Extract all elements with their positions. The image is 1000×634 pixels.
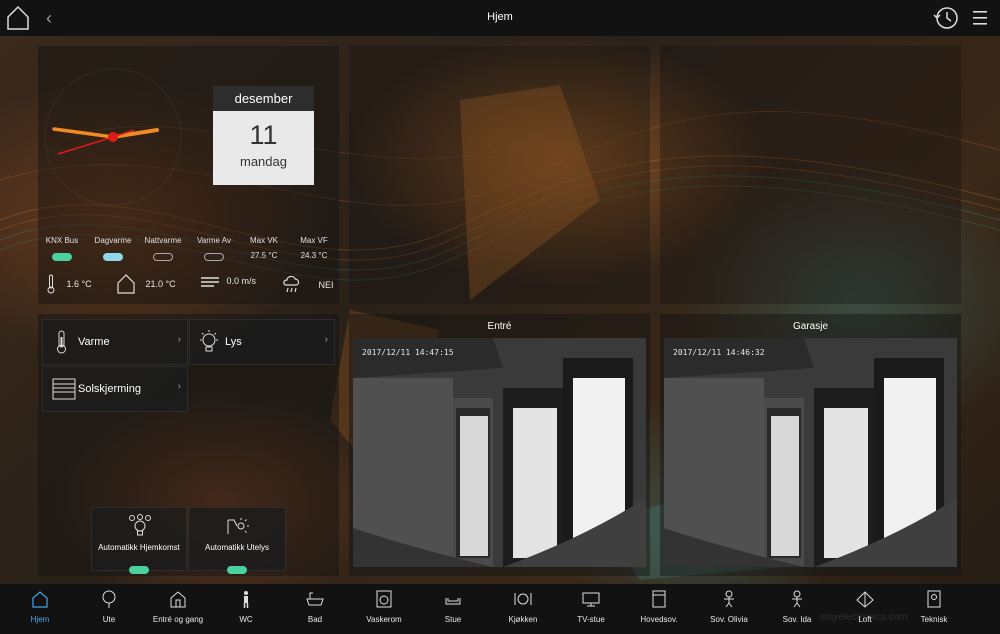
status-indicator bbox=[103, 253, 123, 261]
status-varme-av[interactable]: Varme Av bbox=[189, 236, 239, 261]
plate-cutlery-icon bbox=[514, 593, 532, 605]
technical-room-icon bbox=[927, 590, 941, 608]
camera-feed-garasje[interactable]: 2017/12/11 14:46:32 bbox=[664, 338, 957, 567]
chevron-right-icon: › bbox=[324, 334, 328, 345]
nav-vaskerom[interactable]: Vaskerom bbox=[358, 584, 410, 634]
home-icon[interactable] bbox=[6, 5, 30, 31]
tile-varme[interactable]: Varme › bbox=[42, 319, 188, 365]
automation-hjemkomst[interactable]: Automatikk Hjemkomst bbox=[91, 507, 187, 574]
washing-machine-icon bbox=[376, 590, 392, 608]
blinds-icon bbox=[51, 376, 77, 402]
thermometer-icon bbox=[47, 274, 55, 294]
status-knx-bus[interactable]: KNX Bus bbox=[37, 236, 87, 261]
empty-panel-center bbox=[349, 46, 650, 304]
automation-status-indicator bbox=[227, 566, 247, 574]
nav-hjem[interactable]: Hjem bbox=[15, 584, 65, 634]
empty-panel-right bbox=[660, 46, 961, 304]
automation-status-indicator bbox=[129, 566, 149, 574]
camera-timestamp: 2017/12/11 14:47:15 bbox=[362, 348, 454, 357]
chevron-right-icon: › bbox=[177, 334, 181, 345]
outdoor-temperature: 1.6 °C bbox=[46, 274, 92, 294]
bottom-navigation: Hjem Ute Entré og gang WC Bad Vaskerom S… bbox=[0, 584, 1000, 634]
person-icon bbox=[243, 591, 249, 608]
tile-lys[interactable]: Lys › bbox=[189, 319, 335, 365]
nav-bad[interactable]: Bad bbox=[290, 584, 340, 634]
nav-sov-ida[interactable]: Sov. Ida bbox=[771, 584, 823, 634]
status-indicator bbox=[153, 253, 173, 261]
wardrobe-icon bbox=[652, 590, 666, 608]
outdoor-light-icon bbox=[227, 518, 249, 534]
lightbulb-icon bbox=[198, 329, 220, 355]
attic-icon bbox=[856, 591, 874, 608]
calendar-month: desember bbox=[213, 86, 314, 111]
camera-title-entre: Entré bbox=[487, 321, 512, 332]
status-indicator bbox=[52, 253, 72, 261]
lightbulbs-icon bbox=[129, 514, 151, 536]
nav-sov-olivia[interactable]: Sov. Olivia bbox=[701, 584, 757, 634]
house-icon bbox=[32, 591, 48, 608]
history-icon[interactable] bbox=[932, 5, 960, 31]
camera-timestamp: 2017/12/11 14:46:32 bbox=[673, 348, 765, 357]
nav-teknisk[interactable]: Teknisk bbox=[909, 584, 959, 634]
camera-feed-entre[interactable]: 2017/12/11 14:47:15 bbox=[353, 338, 646, 567]
calendar-weekday: mandag bbox=[240, 154, 287, 169]
calendar-widget: desember 11 mandag bbox=[213, 86, 314, 185]
nav-ute[interactable]: Ute bbox=[84, 584, 134, 634]
back-button[interactable]: ‹ bbox=[46, 8, 52, 29]
calendar-day: 11 bbox=[249, 120, 278, 150]
tv-icon bbox=[582, 592, 600, 607]
thermometer-icon bbox=[51, 329, 73, 355]
analog-clock bbox=[42, 66, 184, 208]
menu-icon[interactable] bbox=[972, 8, 988, 28]
nav-kjokken[interactable]: Kjøkken bbox=[494, 584, 552, 634]
nav-tv-stue[interactable]: TV-stue bbox=[566, 584, 616, 634]
house-icon bbox=[117, 274, 135, 294]
watermark-text: stayelectronics.com bbox=[820, 612, 908, 623]
rain-cloud-icon bbox=[283, 275, 300, 293]
page-title: Hjem bbox=[487, 11, 513, 23]
top-bar: ‹ Hjem bbox=[0, 0, 1000, 36]
status-max-vk: Max VK 27.5 °C bbox=[249, 236, 278, 260]
indoor-temperature: 21.0 °C bbox=[117, 274, 176, 294]
tile-solskjerming[interactable]: Solskjerming › bbox=[42, 366, 188, 412]
nav-wc[interactable]: WC bbox=[221, 584, 271, 634]
sofa-icon bbox=[445, 598, 461, 605]
bathtub-icon bbox=[306, 592, 324, 606]
nav-stue[interactable]: Stue bbox=[428, 584, 478, 634]
status-indicator bbox=[204, 253, 224, 261]
nav-entre-og-gang[interactable]: Entré og gang bbox=[148, 584, 208, 634]
child-icon bbox=[724, 590, 734, 608]
chevron-right-icon: › bbox=[177, 381, 181, 392]
nav-loft[interactable]: Loft bbox=[840, 584, 890, 634]
child-icon bbox=[792, 590, 802, 608]
status-max-vf: Max VF 24.3 °C bbox=[300, 236, 328, 260]
nav-hovedsov[interactable]: Hovedsov. bbox=[632, 584, 686, 634]
tree-icon bbox=[102, 590, 116, 608]
wind-speed: 0.0 m/s bbox=[200, 274, 256, 288]
status-nattvarme[interactable]: Nattvarme bbox=[138, 236, 188, 261]
rain-status: NEI bbox=[282, 274, 334, 296]
entrance-icon bbox=[170, 591, 186, 608]
wind-icon bbox=[201, 277, 219, 287]
automation-utelys[interactable]: Automatikk Utelys bbox=[188, 507, 286, 574]
camera-title-garasje: Garasje bbox=[792, 321, 828, 332]
status-dagvarme[interactable]: Dagvarme bbox=[88, 236, 138, 261]
